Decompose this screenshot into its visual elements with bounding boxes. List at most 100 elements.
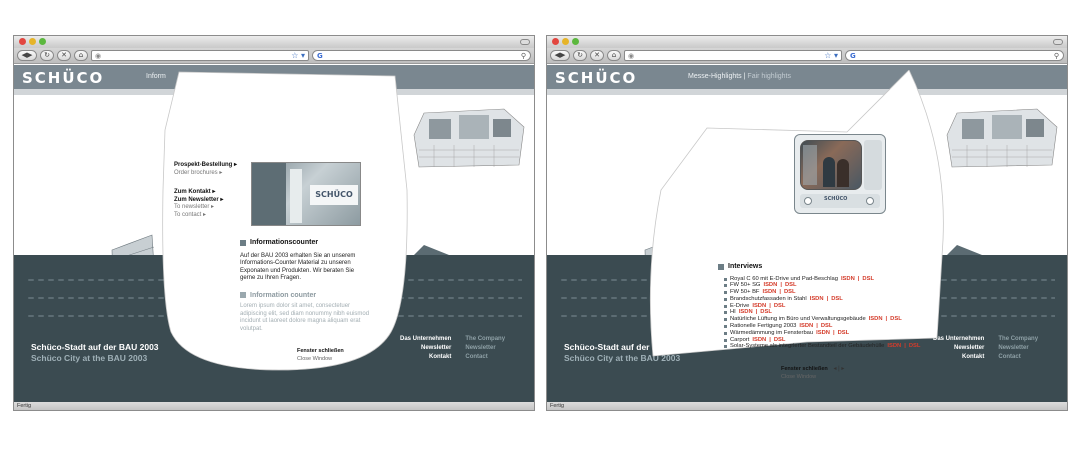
status-bar: Fertig	[547, 402, 1067, 410]
isdn-link[interactable]: ISDN	[799, 323, 813, 329]
close-window-link[interactable]: Fenster schließen Close Window	[297, 348, 344, 363]
interview-title[interactable]: Natürliche Lüftung im Büro und Verwaltun…	[730, 316, 866, 322]
footer-link-newsletter-en[interactable]: Newsletter	[998, 344, 1038, 353]
toolbar-toggle-button[interactable]	[520, 39, 530, 45]
zoom-window-dot[interactable]	[572, 38, 579, 45]
address-bar[interactable]: ◉ ☆ ▾	[624, 50, 842, 61]
interview-title[interactable]: Wärmedämmung im Fensterbau	[730, 330, 813, 336]
interview-item: Brandschutzfassaden in Stahl ISDN | DSL	[724, 296, 920, 303]
interview-title[interactable]: E-Drive	[730, 303, 749, 309]
to-contact-link-en[interactable]: To contact ▸	[174, 212, 237, 220]
bookmark-star-icon[interactable]: ☆ ▾	[291, 51, 305, 60]
dsl-link[interactable]: DSL	[838, 330, 850, 336]
back-forward-button[interactable]: ◀▶	[550, 50, 570, 61]
isdn-link[interactable]: ISDN	[739, 309, 753, 315]
home-icon[interactable]: ⌂	[74, 50, 88, 61]
home-icon[interactable]: ⌂	[607, 50, 621, 61]
close-window-link[interactable]: Fenster schließen ◂ | ▸ Close Window	[781, 366, 844, 381]
isdn-link[interactable]: ISDN	[752, 337, 766, 343]
close-window-dot[interactable]	[552, 38, 559, 45]
footer-link-company-en[interactable]: The Company	[998, 335, 1038, 344]
dsl-link[interactable]: DSL	[862, 276, 874, 282]
magnifier-icon[interactable]: ⚲	[521, 52, 526, 60]
interview-title[interactable]: FW 50+ BF	[730, 289, 759, 295]
interview-title[interactable]: Rationelle Fertigung 2003	[730, 323, 796, 329]
section-marker-icon	[718, 263, 724, 270]
booth-illustration	[946, 108, 1058, 168]
interview-title[interactable]: HI	[730, 309, 736, 315]
order-brochure-link-en[interactable]: Order brochures ▸	[174, 170, 237, 178]
interview-title[interactable]: Royal C 60 mit E-Drive und Pad-Beschlag	[730, 276, 838, 282]
search-field[interactable]: G ⚲	[845, 50, 1064, 61]
close-window-dot[interactable]	[19, 38, 26, 45]
footer-link-contact-en[interactable]: Contact	[465, 353, 505, 362]
isdn-link[interactable]: ISDN	[887, 343, 901, 349]
interviews-section: Interviews Royal C 60 mit E-Drive und Pa…	[718, 263, 920, 350]
dsl-link[interactable]: DSL	[831, 296, 843, 302]
dsl-link[interactable]: DSL	[785, 282, 797, 288]
tv-logo: SCHÜCO	[824, 196, 848, 202]
reload-icon[interactable]: ↻	[40, 50, 54, 61]
interview-item: FW 50+ SG ISDN | DSL	[724, 282, 920, 289]
zoom-window-dot[interactable]	[39, 38, 46, 45]
dsl-link[interactable]: DSL	[821, 323, 833, 329]
dsl-link[interactable]: DSL	[909, 343, 921, 349]
to-newsletter-link[interactable]: Zum Newsletter ▸	[174, 197, 237, 205]
minimize-window-dot[interactable]	[29, 38, 36, 45]
schueco-site: SCHÜCO Inform Schüco-Stadt auf der BAU 2…	[14, 65, 534, 402]
interview-item: HI ISDN | DSL	[724, 309, 920, 316]
interview-list: Royal C 60 mit E-Drive und Pad-Beschlag I…	[724, 276, 920, 351]
isdn-link[interactable]: ISDN	[752, 303, 766, 309]
to-contact-link[interactable]: Zum Kontakt ▸	[174, 189, 237, 197]
site-favicon-icon: ◉	[628, 51, 635, 60]
interview-title[interactable]: Carport	[730, 337, 749, 343]
back-forward-button[interactable]: ◀▶	[17, 50, 37, 61]
fair-slogan: Schüco-Stadt auf der BAU 2003 Schüco Cit…	[31, 342, 159, 363]
counter-logo: SCHÜCO	[310, 185, 358, 205]
isdn-link[interactable]: ISDN	[841, 276, 855, 282]
isdn-link[interactable]: ISDN	[810, 296, 824, 302]
dsl-link[interactable]: DSL	[760, 309, 772, 315]
minimize-window-dot[interactable]	[562, 38, 569, 45]
footer-link-contact-en[interactable]: Contact	[998, 353, 1038, 362]
order-brochure-link[interactable]: Prospekt-Bestellung ▸	[174, 162, 237, 170]
booth-illustration	[413, 108, 525, 168]
schueco-logo[interactable]: SCHÜCO	[555, 69, 637, 87]
section-marker-icon	[240, 292, 246, 299]
status-bar: Fertig	[14, 402, 534, 410]
interview-title[interactable]: Brandschutzfassaden in Stahl	[730, 296, 807, 302]
dsl-link[interactable]: DSL	[774, 337, 786, 343]
toolbar-toggle-button[interactable]	[1053, 39, 1063, 45]
schueco-logo[interactable]: SCHÜCO	[22, 69, 104, 87]
browser-window-1: ◀▶ ↻ ✕ ⌂ ◉ ☆ ▾ G ⚲ SCHÜCO Inform Schüco-…	[13, 35, 535, 411]
dsl-link[interactable]: DSL	[774, 303, 786, 309]
interview-title[interactable]: FW 50+ SG	[730, 282, 760, 288]
footer-link-newsletter-en[interactable]: Newsletter	[465, 344, 505, 353]
dsl-link[interactable]: DSL	[890, 316, 902, 322]
magnifier-icon[interactable]: ⚲	[1054, 52, 1059, 60]
isdn-link[interactable]: ISDN	[763, 282, 777, 288]
isdn-link[interactable]: ISDN	[762, 289, 776, 295]
stop-icon[interactable]: ✕	[57, 50, 71, 61]
isdn-link[interactable]: ISDN	[869, 316, 883, 322]
pager-arrows[interactable]: ◂ | ▸	[833, 366, 844, 372]
schueco-site: SCHÜCO Messe-Highlights | Fair highlight…	[547, 65, 1067, 402]
footer-nav: Das Unternehmen Newsletter Kontakt The C…	[933, 335, 1038, 362]
search-field[interactable]: G ⚲	[312, 50, 531, 61]
footer-link-company-en[interactable]: The Company	[465, 335, 505, 344]
stop-icon[interactable]: ✕	[590, 50, 604, 61]
footer-nav: Das Unternehmen Newsletter Kontakt The C…	[400, 335, 505, 362]
interview-item: E-Drive ISDN | DSL	[724, 303, 920, 310]
to-newsletter-link-en[interactable]: To newsletter ▸	[174, 204, 237, 212]
interview-item: Solar-Systeme als integrierter Bestandte…	[724, 343, 920, 350]
dsl-link[interactable]: DSL	[784, 289, 796, 295]
reload-icon[interactable]: ↻	[573, 50, 587, 61]
isdn-link[interactable]: ISDN	[816, 330, 830, 336]
bookmark-star-icon[interactable]: ☆ ▾	[824, 51, 838, 60]
info-counter-section: Informationscounter Auf der BAU 2003 erh…	[240, 239, 370, 332]
interview-title[interactable]: Solar-Systeme als integrierter Bestandte…	[730, 343, 884, 349]
address-bar[interactable]: ◉ ☆ ▾	[91, 50, 309, 61]
title-bar	[14, 36, 534, 48]
tv-knob-icon	[804, 197, 812, 205]
interview-item: Wärmedämmung im Fensterbau ISDN | DSL	[724, 330, 920, 337]
